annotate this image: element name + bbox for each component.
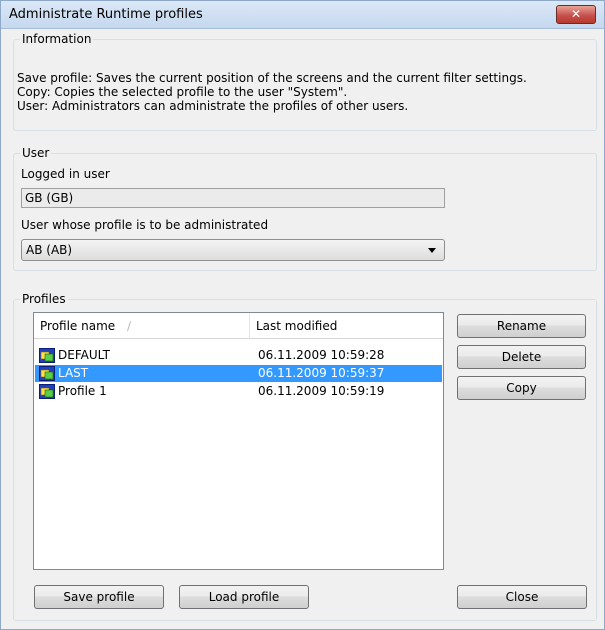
sort-indicator-icon: ∕ [127,319,132,333]
profile-name-cell: DEFAULT [58,348,110,362]
profile-window-icon [39,366,55,381]
profile-name-cell: LAST [58,366,89,380]
administrated-user-value: AB (AB) [26,243,73,257]
table-row[interactable]: LAST 06.11.2009 10:59:37 [35,365,442,382]
profile-window-icon [39,348,55,363]
administrated-user-select[interactable]: AB (AB) [21,239,445,261]
profiles-list-header: Profile name ∕ Last modified [34,313,443,339]
profiles-group: Profiles Profile name ∕ Last modified DE… [13,292,597,621]
info-line-save: Save profile: Saves the current position… [17,71,527,85]
logged-in-user-field: GB (GB) [21,188,445,208]
profile-window-icon [39,384,55,399]
title-bar[interactable]: Administrate Runtime profiles ✕ [1,1,604,29]
table-row[interactable]: Profile 1 06.11.2009 10:59:19 [35,383,442,400]
profile-name-cell: Profile 1 [58,384,107,398]
information-group: Information Save profile: Saves the curr… [13,32,597,131]
window-title: Administrate Runtime profiles [9,7,203,22]
close-window-button[interactable]: ✕ [556,5,596,24]
column-header-profile-name[interactable]: Profile name [34,313,249,339]
dialog-window: Administrate Runtime profiles ✕ Informat… [0,0,605,630]
administrated-user-label: User whose profile is to be administrate… [21,218,269,232]
dropdown-arrow-icon [428,248,436,253]
last-modified-cell: 06.11.2009 10:59:28 [258,348,385,362]
user-group: User Logged in user GB (GB) User whose p… [13,146,597,271]
last-modified-cell: 06.11.2009 10:59:37 [258,366,385,380]
profiles-group-label: Profiles [20,292,68,306]
info-line-copy: Copy: Copies the selected profile to the… [17,85,348,99]
information-group-label: Information [20,32,94,46]
close-icon: ✕ [570,7,582,21]
column-header-last-modified[interactable]: Last modified [250,313,440,339]
save-profile-button[interactable]: Save profile [34,585,164,609]
close-button[interactable]: Close [457,585,587,609]
copy-button[interactable]: Copy [457,376,586,400]
info-line-user: User: Administrators can administrate th… [17,99,409,113]
table-row[interactable]: DEFAULT 06.11.2009 10:59:28 [35,347,442,364]
user-group-label: User [20,146,52,160]
delete-button[interactable]: Delete [457,345,586,369]
profiles-list[interactable]: Profile name ∕ Last modified DEFAULT 06.… [33,312,444,570]
load-profile-button[interactable]: Load profile [179,585,309,609]
last-modified-cell: 06.11.2009 10:59:19 [258,384,385,398]
rename-button[interactable]: Rename [457,314,586,338]
logged-in-user-label: Logged in user [21,167,110,181]
